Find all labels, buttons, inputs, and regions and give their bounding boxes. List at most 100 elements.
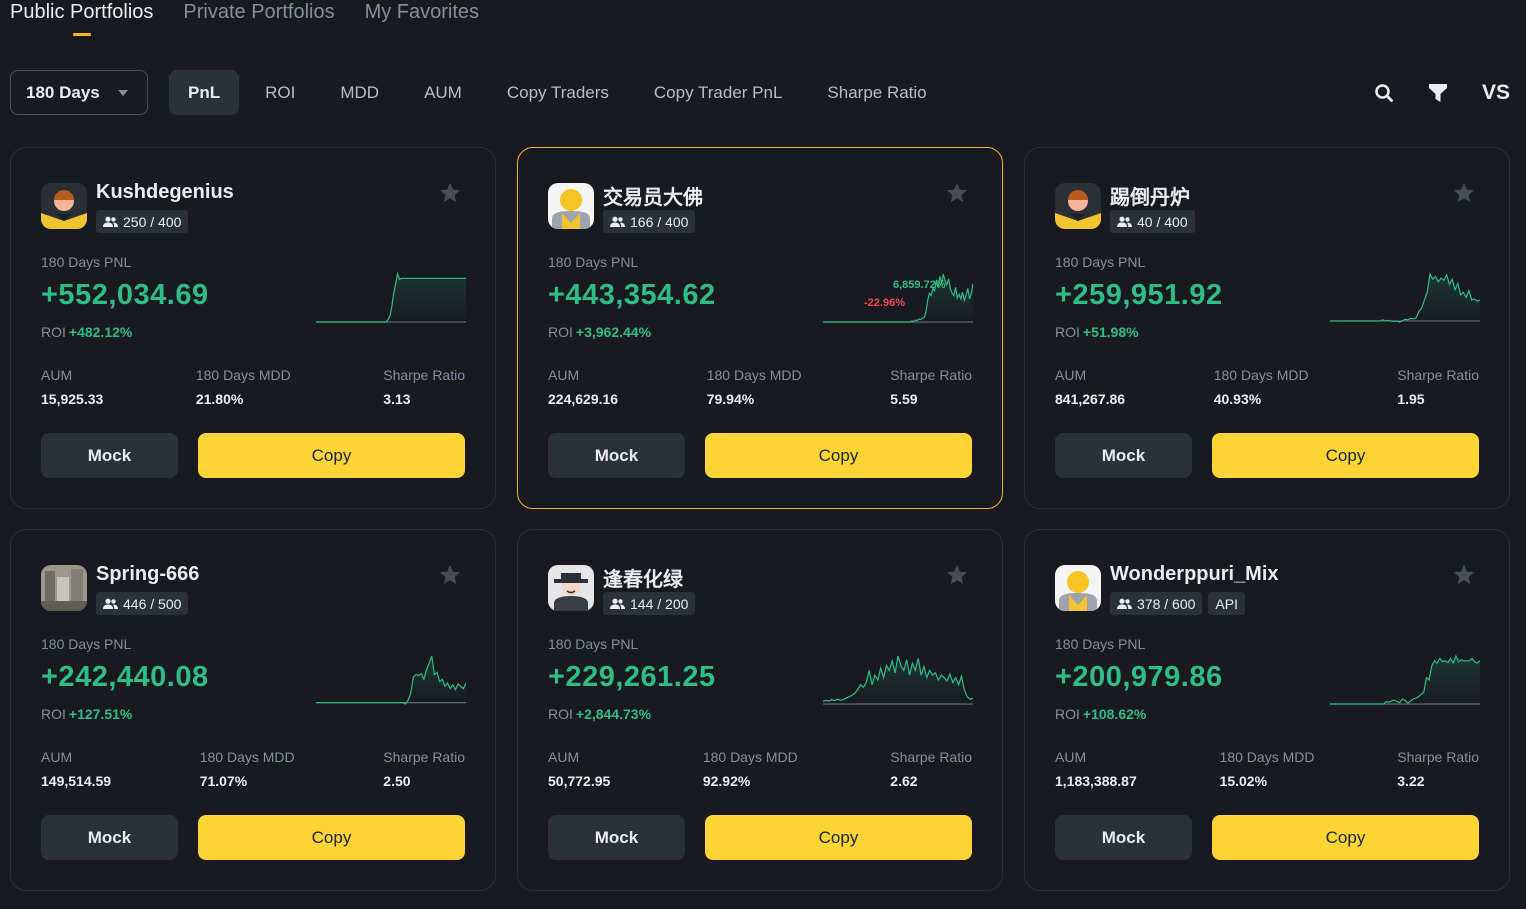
tab-label: Private Portfolios bbox=[183, 1, 335, 23]
trader-name[interactable]: 踢倒丹炉 bbox=[1110, 181, 1190, 210]
copiers-count: 144 / 200 bbox=[630, 595, 689, 612]
sharpe-value: 1.95 bbox=[1397, 391, 1425, 407]
mock-button[interactable]: Mock bbox=[1055, 815, 1192, 860]
copy-button[interactable]: Copy bbox=[198, 815, 465, 860]
vs-compare-button[interactable]: VS bbox=[1482, 81, 1510, 105]
portfolio-card[interactable]: Kushdegenius 250 / 400 180 Days PNL +552… bbox=[10, 147, 496, 509]
pnl-value: +229,261.25 bbox=[548, 661, 716, 693]
portfolio-card[interactable]: 逢春化绿 144 / 200 180 Days PNL +229,261.25 … bbox=[517, 529, 1003, 891]
mock-button[interactable]: Mock bbox=[41, 433, 178, 478]
pnl-label: 180 Days PNL bbox=[41, 254, 132, 270]
badges: 166 / 400 bbox=[603, 210, 696, 233]
mdd-value: 15.02% bbox=[1219, 773, 1268, 789]
users-icon bbox=[610, 216, 625, 227]
avatar-hat[interactable] bbox=[548, 565, 594, 611]
sort-tab-aum[interactable]: AUM bbox=[405, 70, 481, 115]
stat-sharpe: Sharpe Ratio 3.13 bbox=[383, 367, 465, 407]
tab-public-portfolios[interactable]: Public Portfolios bbox=[10, 0, 153, 40]
copiers-count: 250 / 400 bbox=[123, 213, 182, 230]
stat-mdd: 180 Days MDD 21.80% bbox=[196, 367, 291, 407]
favorite-star-icon[interactable] bbox=[945, 181, 969, 205]
roi-label: ROI bbox=[41, 706, 66, 722]
toolbar-icons: VS bbox=[1374, 70, 1510, 115]
roi: ROI +51.98% bbox=[1055, 324, 1139, 340]
stats-row: AUM 224,629.16 180 Days MDD 79.94% Sharp… bbox=[548, 367, 972, 407]
sort-tab-roi[interactable]: ROI bbox=[246, 70, 314, 115]
trader-name[interactable]: 交易员大佛 bbox=[603, 181, 703, 210]
aum-value: 15,925.33 bbox=[41, 391, 104, 407]
avatar-photo[interactable] bbox=[41, 565, 87, 611]
mdd-label: 180 Days MDD bbox=[1213, 367, 1309, 383]
stats-row: AUM 149,514.59 180 Days MDD 71.07% Sharp… bbox=[41, 749, 465, 789]
pnl-sparkline-chart bbox=[316, 655, 466, 705]
sharpe-label: Sharpe Ratio bbox=[890, 749, 972, 765]
badges: 250 / 400 bbox=[96, 210, 189, 233]
trader-name[interactable]: Wonderppuri_Mix bbox=[1110, 563, 1279, 586]
sort-tab-copy-traders[interactable]: Copy Traders bbox=[488, 70, 628, 115]
users-icon bbox=[103, 598, 118, 609]
stats-row: AUM 15,925.33 180 Days MDD 21.80% Sharpe… bbox=[41, 367, 465, 407]
favorite-star-icon[interactable] bbox=[945, 563, 969, 587]
sparkline-area bbox=[316, 656, 466, 704]
favorite-star-icon[interactable] bbox=[1452, 563, 1476, 587]
period-dropdown[interactable]: 180 Days bbox=[10, 70, 148, 115]
avatar-person-light[interactable] bbox=[1055, 565, 1101, 611]
sort-tab-pnl[interactable]: PnL bbox=[169, 70, 240, 115]
favorite-star-icon[interactable] bbox=[1452, 181, 1476, 205]
copy-button[interactable]: Copy bbox=[198, 433, 465, 478]
portfolio-card[interactable]: 踢倒丹炉 40 / 400 180 Days PNL +259,951.92 R… bbox=[1024, 147, 1510, 509]
users-icon bbox=[1117, 216, 1132, 227]
sort-tab-mdd[interactable]: MDD bbox=[321, 70, 398, 115]
aum-label: AUM bbox=[41, 749, 73, 765]
mdd-value: 40.93% bbox=[1213, 391, 1262, 407]
stat-mdd: 180 Days MDD 71.07% bbox=[200, 749, 295, 789]
sharpe-label: Sharpe Ratio bbox=[383, 367, 465, 383]
tab-private-portfolios[interactable]: Private Portfolios bbox=[183, 0, 334, 40]
copy-button[interactable]: Copy bbox=[705, 433, 972, 478]
portfolio-card[interactable]: Spring-666 446 / 500 180 Days PNL +242,4… bbox=[10, 529, 496, 891]
mdd-label: 180 Days MDD bbox=[702, 749, 798, 765]
mock-button[interactable]: Mock bbox=[41, 815, 178, 860]
search-icon[interactable] bbox=[1374, 83, 1394, 103]
trader-name[interactable]: Kushdegenius bbox=[96, 181, 234, 204]
avatar-person-dark[interactable] bbox=[1055, 183, 1101, 229]
sort-tab-sharpe-ratio[interactable]: Sharpe Ratio bbox=[808, 70, 945, 115]
card-actions: Mock Copy bbox=[1055, 433, 1479, 478]
trader-name[interactable]: Spring-666 bbox=[96, 563, 199, 586]
tab-my-favorites[interactable]: My Favorites bbox=[365, 0, 479, 40]
pnl-label: 180 Days PNL bbox=[548, 636, 639, 652]
period-value: 180 Days bbox=[26, 82, 100, 102]
portfolio-card[interactable]: Wonderppuri_Mix 378 / 600 API 180 Days P… bbox=[1024, 529, 1510, 891]
stat-sharpe: Sharpe Ratio 1.95 bbox=[1397, 367, 1479, 407]
card-actions: Mock Copy bbox=[41, 815, 465, 860]
pnl-value: +443,354.62 bbox=[548, 279, 716, 311]
mock-button[interactable]: Mock bbox=[548, 815, 685, 860]
mdd-value: 92.92% bbox=[702, 773, 751, 789]
roi-label: ROI bbox=[548, 324, 573, 340]
favorite-star-icon[interactable] bbox=[438, 563, 462, 587]
stats-row: AUM 1,183,388.87 180 Days MDD 15.02% Sha… bbox=[1055, 749, 1479, 789]
copy-button[interactable]: Copy bbox=[705, 815, 972, 860]
avatar-person-dark[interactable] bbox=[41, 183, 87, 229]
sort-tab-copy-trader-pnl[interactable]: Copy Trader PnL bbox=[635, 70, 802, 115]
stat-aum: AUM 224,629.16 bbox=[548, 367, 618, 407]
favorite-star-icon[interactable] bbox=[438, 181, 462, 205]
mock-button[interactable]: Mock bbox=[548, 433, 685, 478]
avatar-person-light[interactable] bbox=[548, 183, 594, 229]
active-tab-indicator bbox=[72, 33, 91, 36]
aum-value: 1,183,388.87 bbox=[1055, 773, 1137, 789]
pnl-sparkline-chart bbox=[1330, 272, 1480, 323]
aum-value: 224,629.16 bbox=[548, 391, 619, 407]
card-actions: Mock Copy bbox=[1055, 815, 1479, 860]
mock-button[interactable]: Mock bbox=[1055, 433, 1192, 478]
copy-button[interactable]: Copy bbox=[1212, 815, 1479, 860]
roi-value: +3,962.44% bbox=[575, 324, 652, 340]
pnl-sparkline-chart bbox=[1330, 654, 1480, 705]
copy-button[interactable]: Copy bbox=[1212, 433, 1479, 478]
trader-name[interactable]: 逢春化绿 bbox=[603, 563, 683, 592]
filter-icon[interactable] bbox=[1428, 82, 1448, 104]
stat-mdd: 180 Days MDD 40.93% bbox=[1214, 367, 1309, 407]
pnl-label: 180 Days PNL bbox=[548, 254, 639, 270]
stat-mdd: 180 Days MDD 79.94% bbox=[707, 367, 802, 407]
portfolio-card[interactable]: 交易员大佛 166 / 400 180 Days PNL +443,354.62… bbox=[517, 147, 1003, 509]
